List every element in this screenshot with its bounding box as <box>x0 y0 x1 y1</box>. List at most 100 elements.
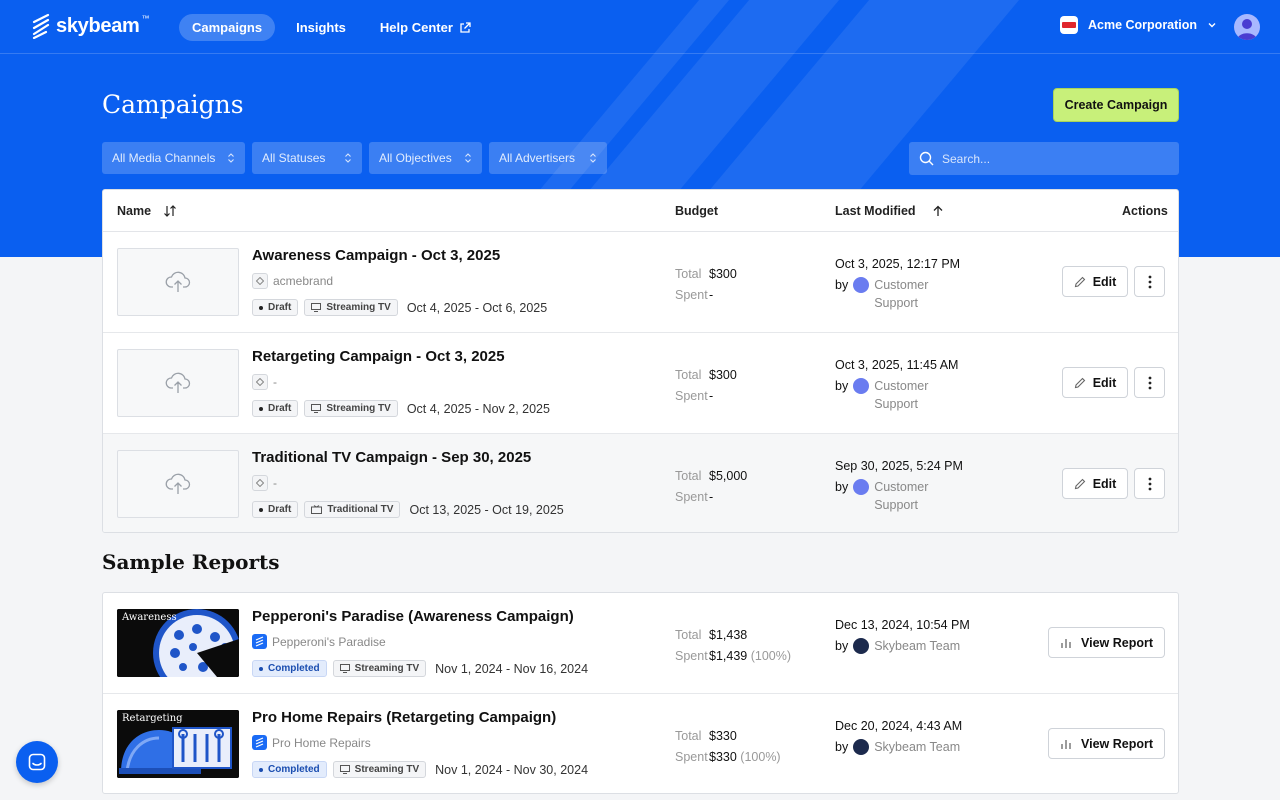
campaign-row[interactable]: Retargeting Campaign - Oct 3, 2025 - Dra… <box>103 333 1178 434</box>
spent-label: Spent <box>675 389 708 403</box>
campaign-title[interactable]: Traditional TV Campaign - Sep 30, 2025 <box>252 449 531 466</box>
status-badge: Draft <box>252 501 299 518</box>
status-badge-label: Completed <box>268 663 320 674</box>
tv-icon <box>311 303 322 312</box>
spent-value: - <box>709 490 714 504</box>
sample-reports-table: Awareness Pepperoni's Paradise (Awarenes… <box>102 592 1179 794</box>
organization-switcher[interactable]: Acme Corporation <box>1060 16 1217 34</box>
trademark-mark: ™ <box>141 13 150 23</box>
more-actions-button[interactable] <box>1134 367 1165 398</box>
edit-button[interactable]: Edit <box>1062 468 1128 499</box>
nav-campaigns[interactable]: Campaigns <box>179 14 276 41</box>
report-brand: Pepperoni's Paradise <box>252 634 386 649</box>
campaign-title[interactable]: Retargeting Campaign - Oct 3, 2025 <box>252 348 505 365</box>
column-header-budget-label: Budget <box>675 204 719 218</box>
campaign-thumbnail-upload[interactable] <box>117 349 239 417</box>
organization-name: Acme Corporation <box>1088 18 1198 32</box>
skybeam-logo-icon <box>32 13 50 39</box>
author-name: Customer Support <box>874 379 929 411</box>
spent-value: $330 <box>709 750 737 764</box>
spent-value: $1,439 <box>709 649 748 663</box>
report-title[interactable]: Pro Home Repairs (Retargeting Campaign) <box>252 709 556 726</box>
traditional-tv-icon <box>311 505 323 514</box>
campaign-dates: Oct 4, 2025 - Nov 2, 2025 <box>406 401 550 416</box>
total-value: $5,000 <box>709 469 748 483</box>
campaign-budget: Total $300 Spent- <box>675 264 737 306</box>
by-label: by <box>835 740 849 754</box>
media-channel-filter[interactable]: All Media Channels <box>102 142 245 174</box>
campaign-dates: Oct 13, 2025 - Oct 19, 2025 <box>409 502 564 517</box>
campaign-row[interactable]: Traditional TV Campaign - Sep 30, 2025 -… <box>103 434 1178 532</box>
bar-chart-icon <box>1061 739 1071 749</box>
campaign-thumbnail-upload[interactable] <box>117 248 239 316</box>
author-avatar <box>853 277 870 293</box>
report-row[interactable]: Awareness Pepperoni's Paradise (Awarenes… <box>103 593 1178 694</box>
external-link-icon <box>460 21 471 33</box>
campaign-thumbnail-upload[interactable] <box>117 450 239 518</box>
report-row[interactable]: Retargeting Pro Home Repairs (Retargetin… <box>103 694 1178 793</box>
report-thumbnail-label: Awareness <box>122 612 177 623</box>
more-actions-button[interactable] <box>1134 468 1165 499</box>
edit-button[interactable]: Edit <box>1062 367 1128 398</box>
campaigns-table: Name Budget Last Modified Actions Awaren… <box>102 189 1179 533</box>
modified-date: Dec 20, 2024, 4:43 AM <box>835 719 963 733</box>
edit-button-label: Edit <box>1092 274 1117 289</box>
author-avatar <box>853 479 870 495</box>
user-avatar[interactable] <box>1234 14 1260 40</box>
author-avatar <box>853 378 870 394</box>
by-label: by <box>835 278 849 292</box>
by-label: by <box>835 480 849 494</box>
modified-date: Oct 3, 2025, 11:45 AM <box>835 358 959 372</box>
campaign-row[interactable]: Awareness Campaign - Oct 3, 2025 acmebra… <box>103 232 1178 333</box>
nav-help-center[interactable]: Help Center <box>367 14 484 41</box>
campaign-title[interactable]: Awareness Campaign - Oct 3, 2025 <box>252 247 500 264</box>
report-budget: Total $330 Spent$330 (100%) <box>675 726 781 768</box>
select-arrows-icon <box>345 153 351 163</box>
report-thumbnail-label: Retargeting <box>122 713 183 724</box>
select-arrows-icon <box>590 153 596 163</box>
upload-cloud-icon <box>165 372 191 393</box>
column-header-last-modified[interactable]: Last Modified <box>835 204 944 218</box>
status-badge: Draft <box>252 299 299 316</box>
tv-icon <box>339 664 350 673</box>
nav-insights[interactable]: Insights <box>283 14 359 41</box>
sort-icon <box>164 205 176 217</box>
media-channel-filter-value: All Media Channels <box>112 151 216 165</box>
channel-badge: Streaming TV <box>304 400 398 417</box>
total-value: $330 <box>709 729 737 743</box>
total-label: Total <box>675 628 702 642</box>
author-name: Skybeam Team <box>874 740 961 754</box>
app-logo[interactable]: skybeam ™ <box>32 13 154 39</box>
page-title: Campaigns <box>102 90 244 119</box>
report-thumbnail: Retargeting <box>117 710 239 778</box>
report-title[interactable]: Pepperoni's Paradise (Awareness Campaign… <box>252 608 574 625</box>
more-actions-button[interactable] <box>1134 266 1165 297</box>
bar-chart-icon <box>1061 638 1071 648</box>
create-campaign-button[interactable]: Create Campaign <box>1053 88 1179 122</box>
select-arrows-icon <box>465 153 471 163</box>
author-name: Customer Support <box>874 278 929 310</box>
pencil-icon <box>1074 276 1085 287</box>
objective-filter[interactable]: All Objectives <box>369 142 482 174</box>
campaign-brand-name: - <box>273 375 277 389</box>
view-report-button[interactable]: View Report <box>1048 728 1165 759</box>
report-tags: Completed Streaming TV Nov 1, 2024 - Nov… <box>252 660 588 677</box>
app-name: skybeam <box>56 14 140 37</box>
advertiser-filter-value: All Advertisers <box>499 151 576 165</box>
status-filter[interactable]: All Statuses <box>252 142 362 174</box>
column-header-name[interactable]: Name <box>117 204 177 218</box>
advertiser-filter[interactable]: All Advertisers <box>489 142 607 174</box>
view-report-button[interactable]: View Report <box>1048 627 1165 658</box>
status-badge-label: Draft <box>268 403 292 414</box>
upload-cloud-icon <box>165 271 191 292</box>
report-dates: Nov 1, 2024 - Nov 16, 2024 <box>435 661 589 676</box>
campaign-last-modified: Sep 30, 2025, 5:24 PM by Customer Support <box>835 456 963 514</box>
view-report-label: View Report <box>1080 736 1153 751</box>
spent-label: Spent <box>675 649 708 663</box>
table-header: Name Budget Last Modified Actions <box>103 190 1178 232</box>
chat-support-button[interactable] <box>16 741 58 783</box>
search-input[interactable]: Search... <box>909 142 1179 175</box>
edit-button[interactable]: Edit <box>1062 266 1128 297</box>
main-nav: Campaigns Insights Help Center <box>179 14 484 41</box>
status-badge: Completed <box>252 761 327 778</box>
